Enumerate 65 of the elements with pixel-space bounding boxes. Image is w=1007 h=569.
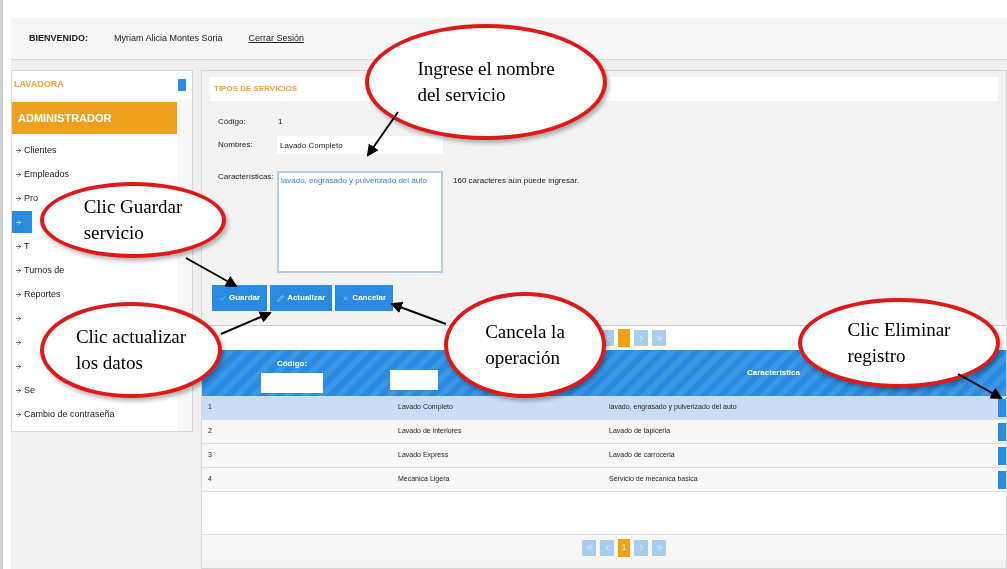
form-title: TIPOS DE SERVICIOS xyxy=(214,83,297,95)
sidebar-item[interactable]: Cambio de contraseña xyxy=(12,408,115,420)
features-label: Características: xyxy=(218,171,275,183)
features-field[interactable]: lavado, engrasado y pulverizado del auto xyxy=(277,171,443,273)
code-value: 1 xyxy=(278,116,283,128)
sidebar-title: LAVADORA xyxy=(14,78,64,92)
next-page-button[interactable] xyxy=(634,330,648,346)
arrow-icon xyxy=(15,146,22,154)
last-page-icon xyxy=(654,333,664,343)
arrow-icon xyxy=(15,170,22,178)
sidebar-item[interactable]: Se xyxy=(12,384,35,396)
logout-link[interactable]: Cerrar Sesión xyxy=(248,31,305,46)
pointer-arrow xyxy=(390,301,447,325)
last-page-button[interactable] xyxy=(652,330,666,346)
delete-button[interactable] xyxy=(998,446,1006,465)
arrow-icon xyxy=(15,266,22,274)
arrow-icon xyxy=(15,338,22,346)
column-header: Característica xyxy=(747,367,800,379)
delete-button[interactable] xyxy=(998,398,1006,417)
first-page-icon xyxy=(584,543,594,552)
callout-text: Clic Guardar servicio xyxy=(83,195,183,245)
delete-button[interactable] xyxy=(998,470,1006,489)
welcome-label: BIENVENIDO: xyxy=(29,31,88,45)
column-header: Código: xyxy=(276,358,308,370)
last-page-button[interactable] xyxy=(652,539,666,556)
filter-field[interactable] xyxy=(261,373,323,393)
arrow-icon xyxy=(15,290,22,298)
callout-text: Clic actualizar los datos xyxy=(75,325,187,375)
sidebar-item[interactable]: Pro xyxy=(12,192,38,204)
pointer-arrow xyxy=(957,373,1003,399)
filter-field[interactable] xyxy=(390,370,438,390)
character-counter: 160 caracteres aún puede ingresar. xyxy=(453,175,579,187)
arrow-icon xyxy=(15,242,22,250)
callout-text: Ingrese el nombre del servicio xyxy=(417,57,555,107)
sidebar-item[interactable]: Reportes xyxy=(12,288,61,300)
pointer-arrow xyxy=(185,257,238,287)
collapse-icon[interactable] xyxy=(178,79,186,91)
pencil-icon xyxy=(277,294,285,302)
arrow-icon xyxy=(15,314,22,322)
pointer-arrow xyxy=(220,311,272,335)
arrow-icon xyxy=(15,410,22,418)
arrow-icon xyxy=(15,362,22,370)
callout-text: Clic Eliminar registro xyxy=(847,318,951,368)
pointer-arrow xyxy=(366,111,399,157)
close-icon xyxy=(342,294,350,302)
callout-text: Cancela la operación xyxy=(485,320,565,370)
arrow-icon xyxy=(15,218,22,226)
user-name: Myriam Alicia Montes Soria xyxy=(114,31,223,45)
sidebar-item[interactable]: Clientes xyxy=(12,144,57,156)
arrow-icon xyxy=(15,194,22,202)
update-button[interactable]: Actualizar xyxy=(270,285,333,311)
cancel-button[interactable]: Cancelar xyxy=(335,285,394,311)
last-page-icon xyxy=(654,543,664,552)
sidebar-item[interactable]: Empleados xyxy=(12,168,70,180)
name-label: Nombres: xyxy=(218,139,254,151)
sidebar-item[interactable]: Turnos de xyxy=(12,264,65,276)
sidebar-item[interactable]: T xyxy=(12,240,30,252)
next-page-button[interactable] xyxy=(634,539,648,556)
first-page-button[interactable] xyxy=(582,539,596,556)
delete-button[interactable] xyxy=(998,422,1006,441)
code-label: Código: xyxy=(218,116,247,128)
name-field[interactable]: Lavado Completo xyxy=(277,136,443,154)
save-button[interactable]: Guardar xyxy=(212,285,268,311)
arrow-icon xyxy=(15,386,22,394)
check-icon xyxy=(219,294,226,302)
